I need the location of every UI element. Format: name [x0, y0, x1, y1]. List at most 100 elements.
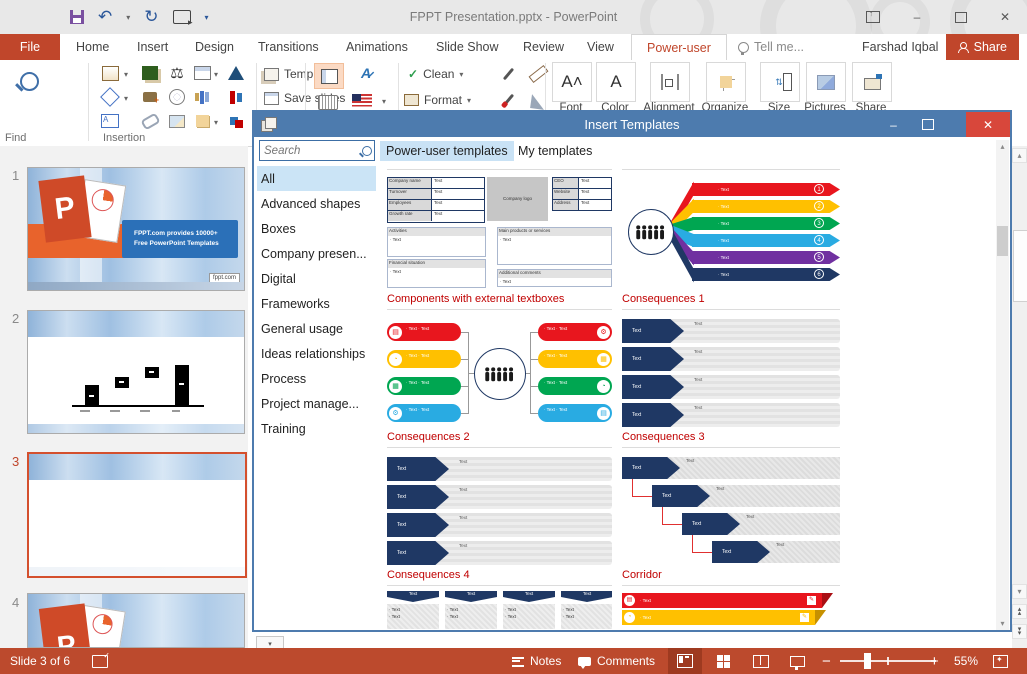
table-icon[interactable]: [192, 63, 212, 83]
dialog-close-button[interactable]: ✕: [966, 112, 1010, 137]
scrollbar-thumb[interactable]: [1013, 230, 1027, 302]
maximize-button[interactable]: [939, 0, 983, 34]
category-all[interactable]: All: [257, 166, 376, 191]
dialog-minimize-button[interactable]: –: [879, 112, 908, 137]
share-button[interactable]: Share: [946, 34, 1019, 60]
dialog-maximize-button[interactable]: [913, 112, 942, 137]
template-item-company-profile[interactable]: Company nameText TurnoverText EmployeesT…: [387, 175, 612, 288]
main-vertical-scrollbar[interactable]: ▴ ▾ ▴▴ ▾▾: [1012, 146, 1027, 648]
zoom-slider-track[interactable]: [840, 660, 936, 662]
tab-insert[interactable]: Insert: [135, 34, 170, 60]
ribbon-display-options-button[interactable]: [851, 0, 895, 34]
scroll-down-button[interactable]: ▾: [1012, 584, 1027, 599]
zoom-out-button[interactable]: −: [822, 648, 831, 674]
column-shapes-icon[interactable]: [226, 87, 246, 107]
category-company-presentation[interactable]: Company presen...: [257, 241, 376, 266]
dialog-scroll-down[interactable]: ▾: [996, 617, 1009, 630]
shapes-icon[interactable]: [100, 87, 120, 107]
slide-sorter-view-button[interactable]: [706, 648, 740, 674]
category-ideas-relationships[interactable]: Ideas relationships: [257, 341, 376, 366]
template-item-corridor[interactable]: ▤· Text✎◔· Text✎: [622, 591, 840, 629]
slide-thumbnail-1[interactable]: FPPT.com provides 10000+ Free PowerPoint…: [27, 167, 245, 291]
pyramid-icon[interactable]: [226, 63, 246, 83]
clean-button[interactable]: ✓ Clean ▾: [408, 64, 463, 84]
normal-view-button[interactable]: [668, 648, 702, 674]
scales-icon[interactable]: ⚖: [167, 63, 187, 83]
template-item-components[interactable]: ▤· Text · Text⚙· Text · Text◔· Text · Te…: [387, 317, 612, 429]
spell-check-button[interactable]: [92, 648, 108, 674]
category-digital[interactable]: Digital: [257, 266, 376, 291]
tab-home[interactable]: Home: [74, 34, 111, 60]
format-dropdown-icon[interactable]: ▾: [467, 96, 471, 105]
tab-my-templates[interactable]: My templates: [512, 141, 598, 161]
language-flag-icon[interactable]: [352, 90, 372, 110]
reading-view-button[interactable]: [744, 648, 778, 674]
hyperlink-icon[interactable]: [140, 111, 160, 131]
scroll-up-button[interactable]: ▴: [1012, 148, 1027, 163]
keyboard-icon[interactable]: [318, 92, 338, 112]
eyedropper-fill-icon[interactable]: [498, 90, 518, 110]
category-boxes[interactable]: Boxes: [257, 216, 376, 241]
dialog-scrollbar[interactable]: ▴ ▾: [996, 140, 1009, 630]
tab-design[interactable]: Design: [193, 34, 236, 60]
text-box-icon[interactable]: A: [100, 111, 120, 131]
sticky-note-icon[interactable]: [192, 111, 212, 131]
eyedropper-icon[interactable]: [498, 64, 518, 84]
duplicate-slide-icon[interactable]: [140, 63, 160, 83]
language-dropdown-icon[interactable]: ▾: [382, 97, 386, 106]
clean-dropdown-icon[interactable]: ▾: [459, 70, 463, 79]
tab-slide-show[interactable]: Slide Show: [434, 34, 501, 60]
category-project-management[interactable]: Project manage...: [257, 391, 376, 416]
tab-file[interactable]: File: [0, 34, 60, 60]
tab-animations[interactable]: Animations: [344, 34, 410, 60]
close-button[interactable]: ✕: [983, 0, 1027, 34]
sticky-note-dropdown-icon[interactable]: ▾: [214, 118, 218, 127]
tell-me-box[interactable]: Tell me...: [738, 34, 804, 60]
shapes-dropdown-icon[interactable]: ▾: [124, 94, 128, 103]
share-group-button[interactable]: [852, 62, 892, 102]
tab-transitions[interactable]: Transitions: [256, 34, 321, 60]
slide-indicator[interactable]: Slide 3 of 6: [10, 648, 70, 674]
font-style-icon[interactable]: A̷: [356, 63, 376, 83]
category-general-usage[interactable]: General usage: [257, 316, 376, 341]
bar-chart-icon[interactable]: [192, 87, 212, 107]
user-name[interactable]: Farshad Iqbal: [862, 34, 938, 60]
slide-thumbnail-2[interactable]: [27, 310, 245, 434]
template-item-six-arrows[interactable]: · Text1· Text2· Text3· Text4· Text5· Tex…: [622, 175, 840, 288]
next-slide-button[interactable]: ▾▾: [1012, 624, 1027, 639]
font-button[interactable]: A˄: [552, 62, 592, 102]
table-dropdown-icon[interactable]: ▾: [214, 70, 218, 79]
globe-icon[interactable]: [167, 87, 187, 107]
zoom-in-button[interactable]: +: [930, 648, 939, 674]
template-item-consequences-2[interactable]: TextTextTextTextTextTextTextText: [387, 455, 612, 567]
slide-show-button[interactable]: [780, 648, 814, 674]
minimize-button[interactable]: –: [895, 0, 939, 34]
color-button[interactable]: A: [596, 62, 636, 102]
new-slide-icon[interactable]: [100, 63, 120, 83]
dialog-scrollbar-thumb[interactable]: [997, 226, 1008, 256]
organize-button[interactable]: [706, 62, 746, 102]
category-process[interactable]: Process: [257, 366, 376, 391]
format-button[interactable]: Format ▾: [404, 90, 471, 110]
slide-thumbnail-3-selected[interactable]: [27, 452, 247, 578]
color-blocks-icon[interactable]: [226, 111, 246, 131]
alignment-button[interactable]: [650, 62, 690, 102]
comments-button[interactable]: Comments: [578, 648, 655, 674]
tab-power-user[interactable]: Power-user: [631, 34, 727, 61]
pictures-button[interactable]: [806, 62, 846, 102]
zoom-level[interactable]: 55%: [954, 648, 978, 674]
find-button[interactable]: [14, 66, 44, 96]
picture-icon[interactable]: [167, 111, 187, 131]
template-item-consequences-4[interactable]: Text· Text· TextText· Text· TextText· Te…: [387, 591, 612, 629]
tab-view[interactable]: View: [585, 34, 616, 60]
previous-slide-button[interactable]: ▴▴: [1012, 604, 1027, 619]
dialog-scroll-up[interactable]: ▴: [996, 140, 1009, 153]
tab-power-user-templates[interactable]: Power-user templates: [380, 141, 514, 161]
fit-slide-button[interactable]: [993, 648, 1008, 674]
template-item-consequences-3[interactable]: TextTextTextTextTextTextTextText: [622, 455, 840, 567]
category-training[interactable]: Training: [257, 416, 376, 441]
slide-thumbnail-4[interactable]: P: [27, 593, 245, 648]
size-button[interactable]: ⇅: [760, 62, 800, 102]
template-item-consequences-1[interactable]: TextTextTextTextTextTextTextText: [622, 317, 840, 429]
new-slide-dropdown-icon[interactable]: ▾: [124, 70, 128, 79]
